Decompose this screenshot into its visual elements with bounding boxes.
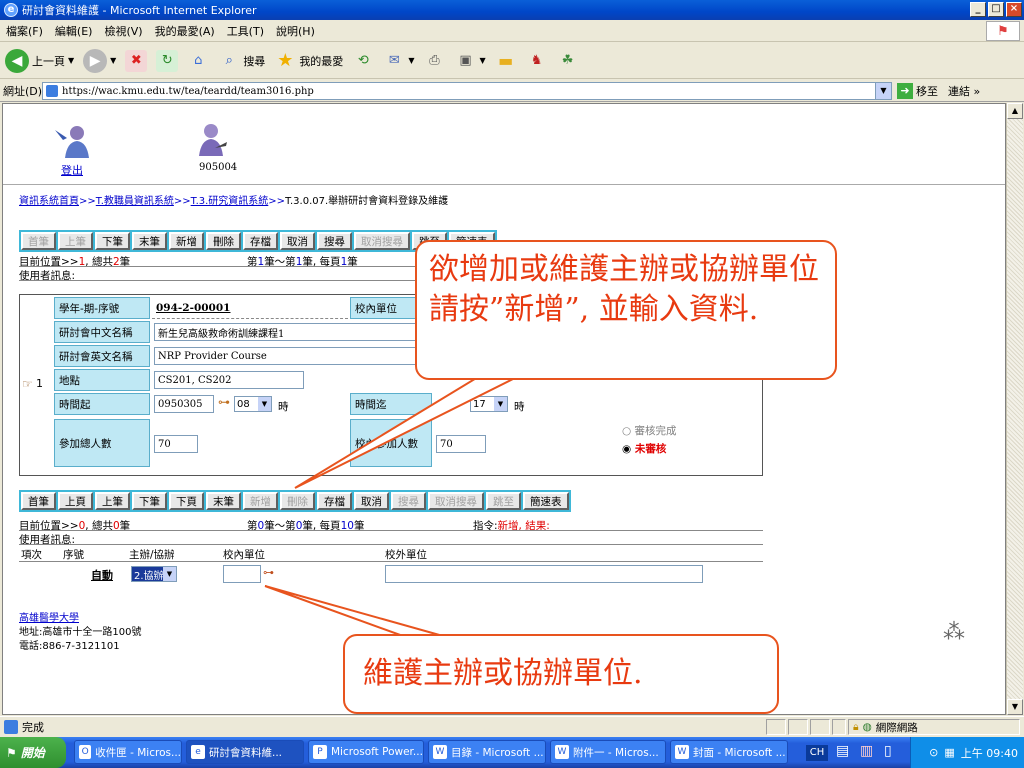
status-panel [810,719,830,735]
task-cover[interactable]: W 封面 - Microsoft ... [670,740,788,764]
menu-file[interactable]: 檔案(F) [0,23,49,39]
back-arrow-icon: ◀ [5,48,29,73]
scroll-down-icon[interactable]: ▼ [1007,699,1023,715]
task-contents[interactable]: W 目錄 - Microsoft ... [428,740,546,764]
address-dropdown-icon[interactable]: ▼ [875,83,891,99]
clock: 上午 09:40 [960,746,1018,760]
zone-panel: 🔒︎ ◍ 網際網路 [848,719,1020,735]
ie-icon: e [191,745,205,759]
ime-extra-icon[interactable]: ▯ [884,743,892,759]
forward-arrow-icon: ▶ [83,48,108,73]
favorites-button[interactable]: ★ 我的最愛 [271,50,346,72]
search-icon: ⌕ [225,53,233,68]
messenger-icon: ♞ [530,53,543,68]
address-label: 網址(D) [3,84,43,98]
status-bar: 完成 🔒︎ ◍ 網際網路 [0,716,1024,736]
ime-mode-icon[interactable]: ▤ [836,743,849,759]
status-panel [832,719,846,735]
page-done-icon [4,719,18,734]
page-icon [46,85,58,97]
ime-indicator[interactable]: CH [806,745,828,761]
task-attachment[interactable]: W 附件一 - Micros... [550,740,666,764]
task-seminar[interactable]: e 研討會資料維... [186,740,304,764]
lock-icon: 🔒︎ [853,720,859,733]
home-button[interactable]: ⌂ [184,50,212,72]
tray-icon[interactable]: ⊙ [929,746,938,759]
title-bar: e 研討會資料維護 - Microsoft Internet Explorer … [0,0,1024,20]
address-input[interactable]: https://wac.kmu.edu.tw/tea/teardd/team30… [42,82,892,100]
people-icon: ☘ [561,53,574,68]
word-icon: W [555,745,569,759]
start-button[interactable]: ⚑ 開始 [0,737,66,768]
edit-icon: ▣ [459,53,472,68]
menu-tools[interactable]: 工具(T) [221,23,270,39]
menu-edit[interactable]: 編輯(E) [49,23,99,39]
status-panel [766,719,786,735]
minimize-button[interactable]: _ [970,2,986,17]
edit-button[interactable]: ▣ ▼ [451,50,488,72]
mail-button[interactable]: ✉ ▼ [380,50,417,72]
menu-favorites[interactable]: 我的最愛(A) [149,23,221,39]
callout2-pointer [264,585,444,637]
windows-flag-icon: ⚑ [6,745,17,760]
status-panel [788,719,808,735]
task-inbox[interactable]: O 收件匣 - Micros... [74,740,182,764]
print-icon: ⎙ [429,53,440,68]
refresh-icon: ↻ [156,49,179,72]
address-bar: 網址(D) https://wac.kmu.edu.tw/tea/teardd/… [0,80,1024,102]
star-icon: ★ [277,50,294,71]
task-powerpoint[interactable]: P Microsoft Power... [308,740,424,764]
go-button[interactable]: ➜ 移至 [897,83,938,99]
page-viewport: 登出 905004 資訊系統首頁>>T.教職員資訊系統>>T.3.研究資訊系統>… [2,103,1006,715]
windows-logo-icon: ⚑ [986,21,1020,41]
callout-pointers [264,373,524,637]
folder-icon: ▬ [498,51,514,70]
links-button[interactable]: 連結 » [948,83,980,99]
refresh-button[interactable]: ↻ [153,49,181,72]
callout1-pointer [294,373,524,489]
stop-icon: ✖ [125,49,148,72]
search-button[interactable]: ⌕ 搜尋 [215,50,268,72]
menu-bar: 檔案(F) 編輯(E) 檢視(V) 我的最愛(A) 工具(T) 說明(H) ⚑ [0,20,1024,42]
people-button[interactable]: ☘ [554,50,582,72]
window-title: 研討會資料維護 - Microsoft Internet Explorer [22,4,257,17]
ime-input-icon[interactable]: ▥ [860,743,873,759]
system-tray: ⊙ ▦ 上午 09:40 [910,737,1024,768]
taskbar: ⚑ 開始 O 收件匣 - Micros... e 研討會資料維... P Micros… [0,737,1024,768]
mail-icon: ✉ [388,53,400,68]
network-icon[interactable]: ▦ [944,746,954,759]
ie-icon: e [4,3,18,17]
go-arrow-icon: ➜ [897,83,913,99]
messenger-button[interactable]: ♞ [523,50,551,72]
instruction-callout-add: 欲增加或維護主辦或協辦單位請按”新增”, 並輸入資料. [415,240,837,380]
folder-button[interactable]: ▬ [492,50,520,72]
maximize-button[interactable]: □ [988,2,1004,17]
stop-button[interactable]: ✖ [122,49,150,72]
outlook-icon: O [79,745,92,759]
globe-icon: ◍ [862,721,872,733]
browser-toolbar: ◀ 上一頁 ▼ ▶ ▼ ✖ ↻ ⌂ ⌕ 搜尋 ★ 我的最愛 ⟲ ✉ ▼ ⎙ ▣ ▼ ▬ … [0,43,1024,79]
print-button[interactable]: ⎙ [420,50,448,72]
vertical-scrollbar[interactable]: ▲ ▼ [1006,103,1023,715]
word-icon: W [433,745,447,759]
word-icon: W [675,745,689,759]
status-text: 完成 [22,720,44,734]
instruction-callout-maintain: 維護主辦或協辦單位. [343,634,779,714]
forward-button[interactable]: ▶ ▼ [80,48,119,73]
history-button[interactable]: ⟲ [349,50,377,72]
scroll-up-icon[interactable]: ▲ [1007,103,1023,119]
history-icon: ⟲ [357,53,369,68]
back-button[interactable]: ◀ 上一頁 ▼ [2,48,77,73]
home-icon: ⌂ [194,53,203,68]
close-button[interactable]: × [1006,2,1022,17]
powerpoint-icon: P [313,745,327,759]
menu-help[interactable]: 說明(H) [270,23,321,39]
menu-view[interactable]: 檢視(V) [98,23,148,39]
